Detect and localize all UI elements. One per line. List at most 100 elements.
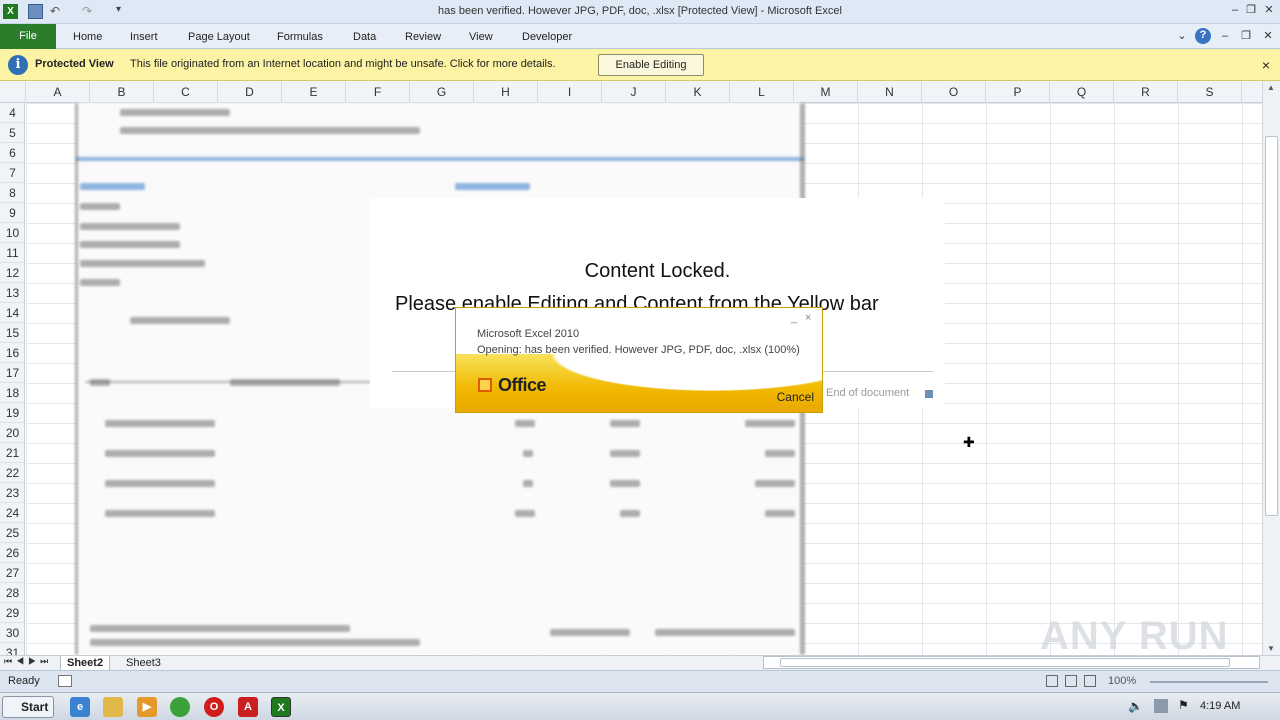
- row-header[interactable]: 29: [0, 603, 24, 623]
- row-header[interactable]: 5: [0, 123, 24, 143]
- scroll-down-icon[interactable]: ▼: [1267, 644, 1275, 653]
- row-header[interactable]: 22: [0, 463, 24, 483]
- column-header[interactable]: E: [282, 81, 346, 103]
- row-header[interactable]: 16: [0, 343, 24, 363]
- start-button[interactable]: Start: [2, 696, 54, 718]
- row-header[interactable]: 25: [0, 523, 24, 543]
- row-header[interactable]: 27: [0, 563, 24, 583]
- column-header[interactable]: D: [218, 81, 282, 103]
- page-layout-view-icon[interactable]: [1065, 675, 1077, 687]
- column-header[interactable]: F: [346, 81, 410, 103]
- column-header[interactable]: G: [410, 81, 474, 103]
- flag-icon[interactable]: ⚑: [1178, 698, 1189, 712]
- restore-window-button[interactable]: ❐: [1244, 3, 1258, 17]
- protected-view-message[interactable]: This file originated from an Internet lo…: [130, 58, 556, 70]
- zoom-slider[interactable]: [1150, 681, 1268, 683]
- row-header[interactable]: 21: [0, 443, 24, 463]
- clock[interactable]: 4:19 AM: [1200, 700, 1240, 712]
- tab-developer[interactable]: Developer: [522, 28, 572, 46]
- row-header[interactable]: 26: [0, 543, 24, 563]
- network-icon[interactable]: [1154, 699, 1168, 713]
- column-headers: ABCDEFGHIJKLMNOPQRS: [0, 81, 1262, 103]
- close-bar-icon[interactable]: ×: [1262, 57, 1270, 73]
- horizontal-scrollbar[interactable]: [763, 656, 1260, 669]
- column-header[interactable]: M: [794, 81, 858, 103]
- help-icon[interactable]: ?: [1195, 28, 1211, 44]
- column-header[interactable]: O: [922, 81, 986, 103]
- column-header[interactable]: C: [154, 81, 218, 103]
- scroll-up-icon[interactable]: ▲: [1267, 83, 1275, 92]
- row-header[interactable]: 4: [0, 103, 24, 123]
- row-header[interactable]: 31: [0, 643, 24, 655]
- opera-icon[interactable]: O: [204, 697, 224, 717]
- tab-sheet3[interactable]: Sheet3: [120, 656, 167, 671]
- cancel-button[interactable]: Cancel: [777, 390, 814, 404]
- column-header[interactable]: I: [538, 81, 602, 103]
- column-header[interactable]: J: [602, 81, 666, 103]
- select-all-corner[interactable]: [0, 81, 26, 103]
- row-header[interactable]: 30: [0, 623, 24, 643]
- collapse-ribbon-icon[interactable]: ⌄: [1175, 29, 1189, 43]
- row-header[interactable]: 23: [0, 483, 24, 503]
- column-header[interactable]: A: [26, 81, 90, 103]
- column-header[interactable]: L: [730, 81, 794, 103]
- column-header[interactable]: Q: [1050, 81, 1114, 103]
- row-header[interactable]: 19: [0, 403, 24, 423]
- row-header[interactable]: 11: [0, 243, 24, 263]
- folder-icon[interactable]: [103, 697, 123, 717]
- enable-editing-button[interactable]: Enable Editing: [598, 54, 704, 76]
- row-header[interactable]: 13: [0, 283, 24, 303]
- row-header[interactable]: 18: [0, 383, 24, 403]
- row-header[interactable]: 15: [0, 323, 24, 343]
- vertical-scrollbar[interactable]: ▲ ▼: [1262, 81, 1280, 655]
- volume-icon[interactable]: 🔈: [1128, 699, 1143, 713]
- vertical-scroll-thumb[interactable]: [1265, 136, 1278, 516]
- tab-file[interactable]: File: [0, 24, 56, 49]
- page-break-view-icon[interactable]: [1084, 675, 1096, 687]
- column-header[interactable]: R: [1114, 81, 1178, 103]
- row-header[interactable]: 7: [0, 163, 24, 183]
- row-header[interactable]: 24: [0, 503, 24, 523]
- column-header[interactable]: B: [90, 81, 154, 103]
- row-header[interactable]: 12: [0, 263, 24, 283]
- row-header[interactable]: 17: [0, 363, 24, 383]
- splash-close-button[interactable]: ×: [805, 312, 811, 324]
- minimize-window-button[interactable]: –: [1228, 3, 1242, 17]
- close-window-button[interactable]: ✕: [1262, 3, 1276, 17]
- sheet-nav-icons[interactable]: ⏮◀▶⏭: [4, 656, 52, 667]
- tab-page-layout[interactable]: Page Layout: [188, 28, 250, 46]
- media-player-icon[interactable]: ▶: [137, 697, 157, 717]
- row-header[interactable]: 10: [0, 223, 24, 243]
- row-header[interactable]: 6: [0, 143, 24, 163]
- column-header[interactable]: H: [474, 81, 538, 103]
- acrobat-icon[interactable]: A: [238, 697, 258, 717]
- row-header[interactable]: 20: [0, 423, 24, 443]
- tab-data[interactable]: Data: [353, 28, 376, 46]
- restore-workbook-button[interactable]: ❐: [1239, 29, 1253, 43]
- ie-icon[interactable]: e: [70, 697, 90, 717]
- tab-home[interactable]: Home: [73, 28, 102, 46]
- tab-review[interactable]: Review: [405, 28, 441, 46]
- tab-formulas[interactable]: Formulas: [277, 28, 323, 46]
- zoom-level[interactable]: 100%: [1108, 675, 1136, 687]
- close-workbook-button[interactable]: ✕: [1261, 29, 1275, 43]
- row-header[interactable]: 8: [0, 183, 24, 203]
- normal-view-icon[interactable]: [1046, 675, 1058, 687]
- tab-sheet2[interactable]: Sheet2: [60, 656, 111, 671]
- macro-record-icon[interactable]: [58, 675, 72, 687]
- column-header[interactable]: K: [666, 81, 730, 103]
- horizontal-scroll-thumb[interactable]: [780, 658, 1230, 667]
- column-header[interactable]: P: [986, 81, 1050, 103]
- chrome-icon[interactable]: [170, 697, 190, 717]
- row-header[interactable]: 9: [0, 203, 24, 223]
- excel-taskbar-icon[interactable]: X: [271, 697, 291, 717]
- row-header[interactable]: 28: [0, 583, 24, 603]
- row-header[interactable]: 14: [0, 303, 24, 323]
- watermark: ANY RUN: [1040, 614, 1229, 658]
- minimize-workbook-button[interactable]: –: [1218, 29, 1232, 43]
- tab-insert[interactable]: Insert: [130, 28, 158, 46]
- column-header[interactable]: S: [1178, 81, 1242, 103]
- column-header[interactable]: N: [858, 81, 922, 103]
- tab-view[interactable]: View: [469, 28, 493, 46]
- splash-minimize-button[interactable]: _: [791, 312, 797, 324]
